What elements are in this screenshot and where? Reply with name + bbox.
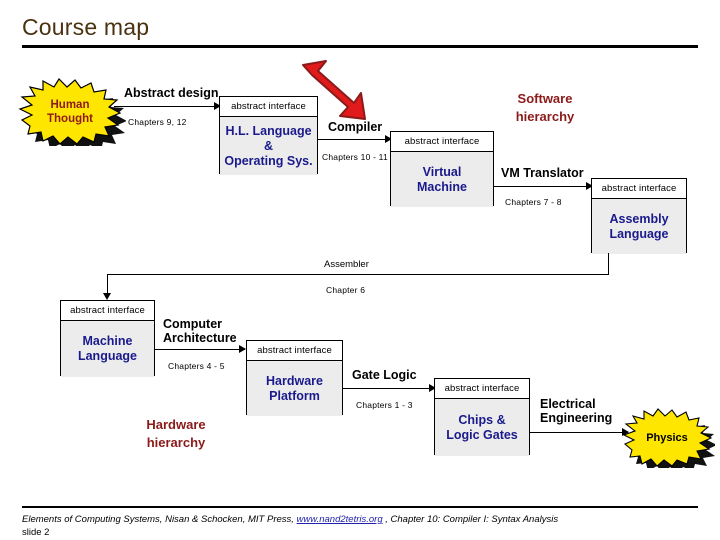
box-hl-language-line3: Operating Sys.	[224, 153, 313, 168]
edge-label-compiler: Compiler	[328, 120, 383, 134]
software-hierarchy-caption: Software hierarchy	[490, 90, 600, 126]
edge-label-computer-architecture-line2: Architecture	[163, 331, 237, 345]
box-hardware-platform-line1: Hardware	[266, 373, 323, 388]
box-machine-language-header: abstract interface	[61, 301, 154, 321]
box-virtual-machine-line2: Machine	[416, 179, 467, 194]
connector-assembler-seg-horizontal	[107, 274, 609, 275]
connector-assembler-arrowhead	[103, 293, 111, 300]
hardware-hierarchy-line2: hierarchy	[146, 435, 206, 450]
slide-canvas: Course map Human Thought Abstract design…	[0, 0, 720, 540]
box-chips-logic-gates-line2: Logic Gates	[446, 427, 518, 442]
box-hardware-platform: abstract interface Hardware Platform	[246, 340, 343, 416]
physics-burst: Physics	[619, 408, 715, 468]
software-hierarchy-line1: Software	[517, 91, 573, 106]
edge-chapters-abstract-design: Chapters 9, 12	[128, 117, 187, 127]
edge-label-vm-translator: VM Translator	[501, 166, 584, 180]
box-hl-language-line1: H.L. Language	[225, 123, 312, 138]
edge-label-electrical-engineering: Electrical Engineering	[540, 397, 612, 425]
connector-computer-architecture-arrowhead	[239, 345, 246, 353]
page-title: Course map	[22, 14, 150, 40]
box-assembly-language-line2: Language	[609, 226, 669, 241]
connector-abstract-design-line	[114, 106, 220, 107]
title-divider	[22, 45, 698, 48]
edge-chapters-computer-architecture: Chapters 4 - 5	[168, 361, 225, 371]
edge-label-assembler: Assembler	[324, 259, 369, 270]
box-virtual-machine: abstract interface Virtual Machine	[390, 131, 494, 207]
box-hl-language-line2: &	[263, 138, 274, 153]
box-hardware-platform-line2: Platform	[269, 388, 320, 403]
box-chips-logic-gates-line1: Chips &	[458, 412, 506, 427]
box-chips-logic-gates: abstract interface Chips & Logic Gates	[434, 378, 530, 456]
edge-label-abstract-design: Abstract design	[124, 86, 219, 100]
box-assembly-language: abstract interface Assembly Language	[591, 178, 687, 254]
connector-computer-architecture-line	[155, 349, 245, 350]
connector-electrical-engineering-line	[530, 432, 628, 433]
edge-chapters-compiler: Chapters 10 - 11	[322, 152, 388, 162]
edge-chapters-vm-translator: Chapters 7 - 8	[505, 197, 562, 207]
software-hierarchy-line2: hierarchy	[515, 109, 575, 124]
hardware-hierarchy-caption: Hardware hierarchy	[116, 416, 236, 452]
box-machine-language-line2: Language	[77, 349, 138, 363]
connector-assembler-seg-down-right	[608, 253, 609, 275]
slide-number: slide 2	[22, 527, 50, 538]
edge-label-computer-architecture: Computer Architecture	[163, 317, 237, 345]
box-chips-logic-gates-header: abstract interface	[435, 379, 529, 399]
box-machine-language: abstract interface Machine Language	[60, 300, 155, 377]
footer-divider	[22, 506, 698, 508]
box-virtual-machine-header: abstract interface	[391, 132, 493, 152]
edge-label-computer-architecture-line1: Computer	[163, 317, 223, 331]
footer-citation-after: , Chapter 10: Compiler I: Syntax Analysi…	[382, 514, 559, 525]
box-virtual-machine-line1: Virtual	[422, 164, 462, 179]
edge-label-gate-logic: Gate Logic	[352, 368, 417, 382]
box-assembly-language-header: abstract interface	[592, 179, 686, 199]
human-thought-burst: Human Thought	[14, 78, 126, 146]
footer-link[interactable]: www.nand2tetris.org	[297, 514, 383, 525]
edge-label-electrical-engineering-line2: Engineering	[540, 411, 613, 425]
edge-chapters-gate-logic: Chapters 1 - 3	[356, 400, 413, 410]
red-pointer-arrow	[299, 59, 369, 125]
box-hardware-platform-header: abstract interface	[247, 341, 342, 361]
footer: Elements of Computing Systems, Nisan & S…	[22, 513, 712, 539]
connector-vm-translator-line	[494, 186, 592, 187]
hardware-hierarchy-line1: Hardware	[146, 417, 206, 432]
box-assembly-language-line1: Assembly	[609, 211, 669, 226]
edge-label-electrical-engineering-line1: Electrical	[540, 397, 596, 411]
edge-chapters-assembler: Chapter 6	[326, 285, 366, 295]
connector-compiler-line	[318, 139, 391, 140]
connector-gate-logic-line	[343, 388, 435, 389]
box-machine-language-line1: Machine	[82, 334, 133, 348]
footer-citation-before: Elements of Computing Systems, Nisan & S…	[22, 514, 297, 525]
